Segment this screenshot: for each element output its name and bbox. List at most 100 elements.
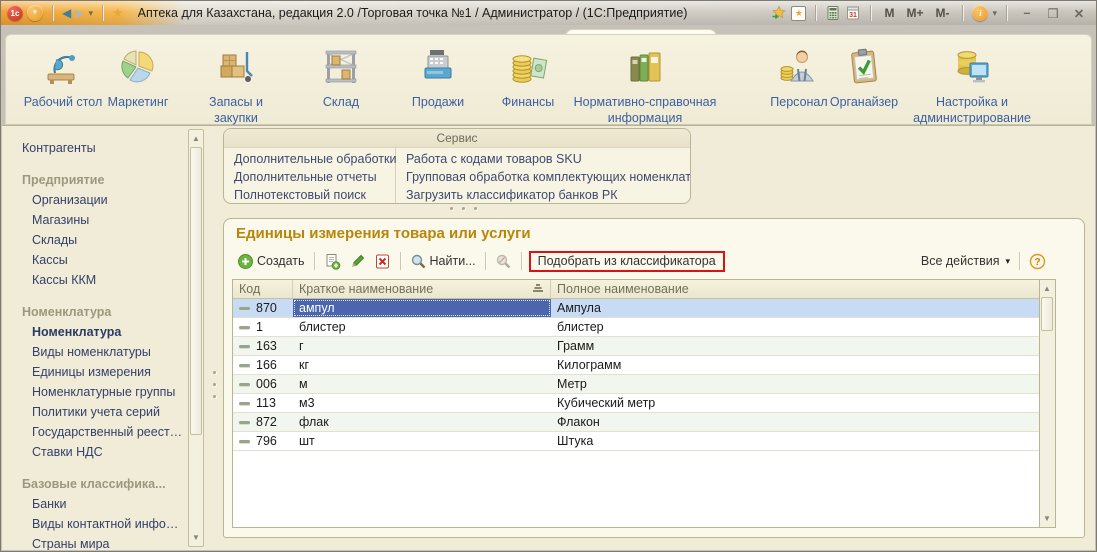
code-cell[interactable]: 006 [233,375,293,393]
ribbon-section-10[interactable]: Настройка и администрирование [901,43,1043,126]
create-button[interactable]: Создать [233,251,309,272]
ribbon-section-6[interactable]: Финансы [488,43,568,111]
memory-m-button[interactable]: M [880,6,898,20]
full-name-cell[interactable]: Грамм [551,337,1055,355]
sidebar-item[interactable]: Организации [6,190,187,210]
scroll-down-icon[interactable]: ▼ [189,530,203,545]
sidebar-splitter[interactable] [206,126,223,550]
scrollbar-thumb[interactable] [190,147,202,435]
code-cell[interactable]: 1 [233,318,293,336]
sidebar-item[interactable]: Страны мира [6,534,187,550]
ribbon-section-7[interactable]: Нормативно-справочная информация [569,43,721,126]
scrollbar-thumb[interactable] [1041,297,1053,331]
service-menu-icon[interactable]: ▼ [27,5,43,21]
memory-m-minus-button[interactable]: M- [931,6,953,20]
sidebar-item[interactable]: Виды контактной информац... [6,514,187,534]
copy-item-button[interactable] [320,251,345,272]
table-row[interactable]: 870ампулАмпула [233,299,1055,318]
help-button[interactable]: ? [1025,251,1050,272]
short-name-cell[interactable]: шт [293,432,551,450]
table-row[interactable]: 163гГрамм [233,337,1055,356]
find-button[interactable]: Найти... [406,251,480,272]
pick-from-classifier-button[interactable]: Подобрать из классификатора [538,254,716,268]
full-name-cell[interactable]: Метр [551,375,1055,393]
short-name-cell[interactable]: кг [293,356,551,374]
nav-history-caret-icon[interactable]: ▾ [88,8,93,19]
table-row[interactable]: 166кгКилограмм [233,356,1055,375]
sidebar-scrollbar[interactable]: ▲ ▼ [188,129,204,547]
sidebar-item[interactable]: Единицы измерения [6,362,187,382]
service-command[interactable]: Работа с кодами товаров SKU [406,150,691,168]
code-cell[interactable]: 796 [233,432,293,450]
add-to-favorites-icon[interactable] [771,5,787,21]
sidebar-item[interactable]: Банки [6,494,187,514]
code-cell[interactable]: 166 [233,356,293,374]
code-cell[interactable]: 872 [233,413,293,431]
code-cell[interactable]: 113 [233,394,293,412]
calendar-icon[interactable]: 31 [845,5,861,21]
sidebar-item[interactable]: Номенклатурные группы [6,382,187,402]
short-name-cell[interactable]: м [293,375,551,393]
ribbon-section-4[interactable]: Склад [306,43,376,111]
table-row[interactable]: 1блистерблистер [233,318,1055,337]
favorites-star-icon[interactable]: ★ [112,5,124,21]
nav-back-icon[interactable]: ◀ [62,7,71,19]
service-command[interactable]: Загрузить классификатор банков РК [406,186,691,204]
full-name-cell[interactable]: Флакон [551,413,1055,431]
info-icon[interactable]: i [972,5,988,21]
ribbon-section-2[interactable]: Маркетинг [98,43,178,111]
sidebar-item[interactable]: Виды номенклатуры [6,342,187,362]
sidebar-item[interactable]: Контрагенты [6,138,187,158]
full-name-cell[interactable]: Килограмм [551,356,1055,374]
panel-splitter-grip[interactable] [450,207,477,210]
sidebar-item[interactable]: Склады [6,230,187,250]
memory-m-plus-button[interactable]: M+ [902,6,927,20]
nav-forward-icon[interactable]: ▶ [75,7,84,19]
service-command[interactable]: Полнотекстовый поиск [234,186,395,204]
column-header[interactable]: Код [233,280,293,298]
delete-item-button[interactable] [370,251,395,272]
full-name-cell[interactable]: Кубический метр [551,394,1055,412]
service-command[interactable]: Дополнительные обработки [234,150,395,168]
edit-item-button[interactable] [345,251,370,272]
sidebar-item[interactable]: Кассы ККМ [6,270,187,290]
code-cell[interactable]: 163 [233,337,293,355]
table-row[interactable]: 006мМетр [233,375,1055,394]
sidebar-item[interactable]: Кассы [6,250,187,270]
service-command[interactable]: Групповая обработка комплектующих номенк… [406,168,691,186]
table-row[interactable]: 796штШтука [233,432,1055,451]
short-name-cell[interactable]: г [293,337,551,355]
table-scrollbar[interactable]: ▲ ▼ [1039,280,1055,527]
minimize-button[interactable]: – [1016,5,1038,21]
calculator-icon[interactable] [825,5,841,21]
full-name-cell[interactable]: Штука [551,432,1055,450]
all-actions-button[interactable]: Все действия ▾ [917,252,1014,270]
info-caret-icon[interactable]: ▾ [992,8,997,19]
column-header[interactable]: Краткое наименование [293,280,551,298]
scroll-up-icon[interactable]: ▲ [189,131,203,146]
sidebar-item[interactable]: Номенклатура [6,322,187,342]
table-row[interactable]: 113м3Кубический метр [233,394,1055,413]
sidebar-item[interactable]: Ставки НДС [6,442,187,462]
short-name-cell[interactable]: блистер [293,318,551,336]
table-row[interactable]: 872флакФлакон [233,413,1055,432]
full-name-cell[interactable]: блистер [551,318,1055,336]
sidebar-item[interactable]: Магазины [6,210,187,230]
sidebar-item[interactable]: Политики учета серий [6,402,187,422]
column-header[interactable]: Полное наименование [551,280,1055,298]
short-name-cell[interactable]: м3 [293,394,551,412]
close-button[interactable]: ✕ [1068,5,1090,21]
favorites-list-icon[interactable]: ★ [791,6,806,21]
clear-find-button[interactable] [491,251,516,272]
scroll-down-icon[interactable]: ▼ [1040,511,1054,526]
short-name-cell[interactable]: ампул [293,299,551,317]
ribbon-section-5[interactable]: Продажи [398,43,478,111]
app-menu-icon[interactable]: 1с [7,5,23,21]
maximize-button[interactable]: ❐ [1042,5,1064,21]
ribbon-section-9[interactable]: Органайзер [819,43,909,111]
scroll-up-icon[interactable]: ▲ [1040,281,1054,296]
ribbon-section-3[interactable]: Запасы и закупки [191,43,281,126]
code-cell[interactable]: 870 [233,299,293,317]
service-command[interactable]: Дополнительные отчеты [234,168,395,186]
full-name-cell[interactable]: Ампула [551,299,1055,317]
